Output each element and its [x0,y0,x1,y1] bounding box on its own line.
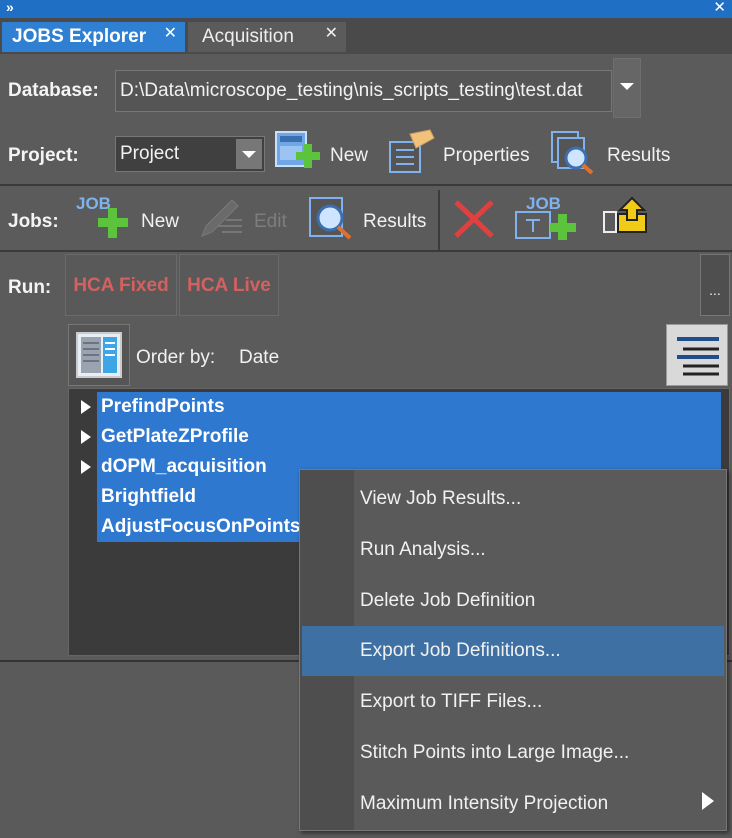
divider [0,250,732,252]
project-results-icon[interactable] [550,130,598,176]
job-edit-label[interactable]: Edit [254,211,287,233]
menu-item-run-analysis[interactable]: Run Analysis... [360,525,486,575]
menu-item-max-intensity-projection[interactable]: Maximum Intensity Projection [360,779,608,829]
title-strip: » ✕ [0,0,732,18]
run-more-button[interactable]: ... [700,254,730,316]
tab-bar: JOBS Explorer ✕ Acquisition ✕ [0,18,732,54]
project-new-icon[interactable] [274,128,324,172]
toggle-panel-button[interactable] [68,324,130,386]
expand-arrow-icon[interactable] [81,460,91,474]
export-job-icon[interactable] [602,196,650,240]
properties-icon[interactable] [386,128,436,174]
database-label: Database: [8,80,99,101]
job-name: Brightfield [101,486,196,507]
order-by-value[interactable]: Date [239,347,279,369]
project-select-arrow [236,139,262,169]
menu-item-export-job-definitions[interactable]: Export Job Definitions... [302,626,724,676]
job-new-label[interactable]: New [141,211,179,233]
list-item[interactable]: AdjustFocusOnPoints [97,512,301,542]
project-label: Project: [8,145,79,166]
project-new-label[interactable]: New [330,145,368,167]
columns-icon [76,332,122,378]
job-name: PrefindPoints [101,396,225,417]
database-dropdown-button[interactable] [613,58,641,118]
tab-close-icon[interactable]: ✕ [325,19,338,49]
delete-job-icon[interactable] [452,198,496,240]
run-hca-live-button[interactable]: HCA Live [179,254,279,316]
job-name: AdjustFocusOnPoints [101,516,301,537]
list-item[interactable]: GetPlateZProfile [97,422,721,452]
align-lines-icon [677,337,719,376]
job-name: dOPM_acquisition [101,456,267,477]
expand-arrow-icon[interactable] [81,400,91,414]
run-label: Run: [8,277,52,298]
job-results-label[interactable]: Results [363,211,426,233]
chevron-down-icon [620,83,634,90]
tab-label: JOBS Explorer [12,26,147,47]
job-results-icon[interactable] [308,196,356,242]
list-item[interactable]: PrefindPoints [97,392,721,422]
database-path-field[interactable]: D:\Data\microscope_testing\nis_scripts_t… [115,70,612,112]
job-edit-icon[interactable] [198,196,246,240]
menu-item-view-job-results[interactable]: View Job Results... [360,474,521,524]
project-select-value: Project [120,143,180,164]
tab-jobs-explorer[interactable]: JOBS Explorer ✕ [2,22,185,52]
job-new-icon[interactable]: JOB [76,194,136,240]
menu-item-export-tiff[interactable]: Export to TIFF Files... [360,677,542,727]
menu-item-delete-job-definition[interactable]: Delete Job Definition [360,576,535,626]
context-menu: View Job Results... Run Analysis... Dele… [299,469,727,831]
tab-acquisition[interactable]: Acquisition ✕ [188,22,346,52]
project-properties-label[interactable]: Properties [443,145,530,167]
run-hca-fixed-button[interactable]: HCA Fixed [65,254,177,316]
submenu-arrow-icon [702,792,714,810]
job-name: GetPlateZProfile [101,426,249,447]
list-view-toggle[interactable] [666,324,728,386]
job-template-add-icon[interactable]: JOB [514,194,584,242]
divider [0,184,732,186]
jobs-label: Jobs: [8,211,59,232]
chevron-down-icon [242,151,256,158]
tab-label: Acquisition [202,26,294,47]
order-by-label: Order by: [136,347,216,368]
toolbar-divider [438,190,440,250]
project-results-label[interactable]: Results [607,145,670,167]
list-item[interactable]: Brightfield [97,482,301,512]
expand-arrow-icon[interactable] [81,430,91,444]
project-select[interactable]: Project [115,136,265,172]
expand-chevron-icon[interactable]: » [6,0,14,15]
menu-item-stitch-points[interactable]: Stitch Points into Large Image... [360,728,629,778]
window-close-icon[interactable]: ✕ [713,0,726,16]
tab-close-icon[interactable]: ✕ [164,19,177,49]
